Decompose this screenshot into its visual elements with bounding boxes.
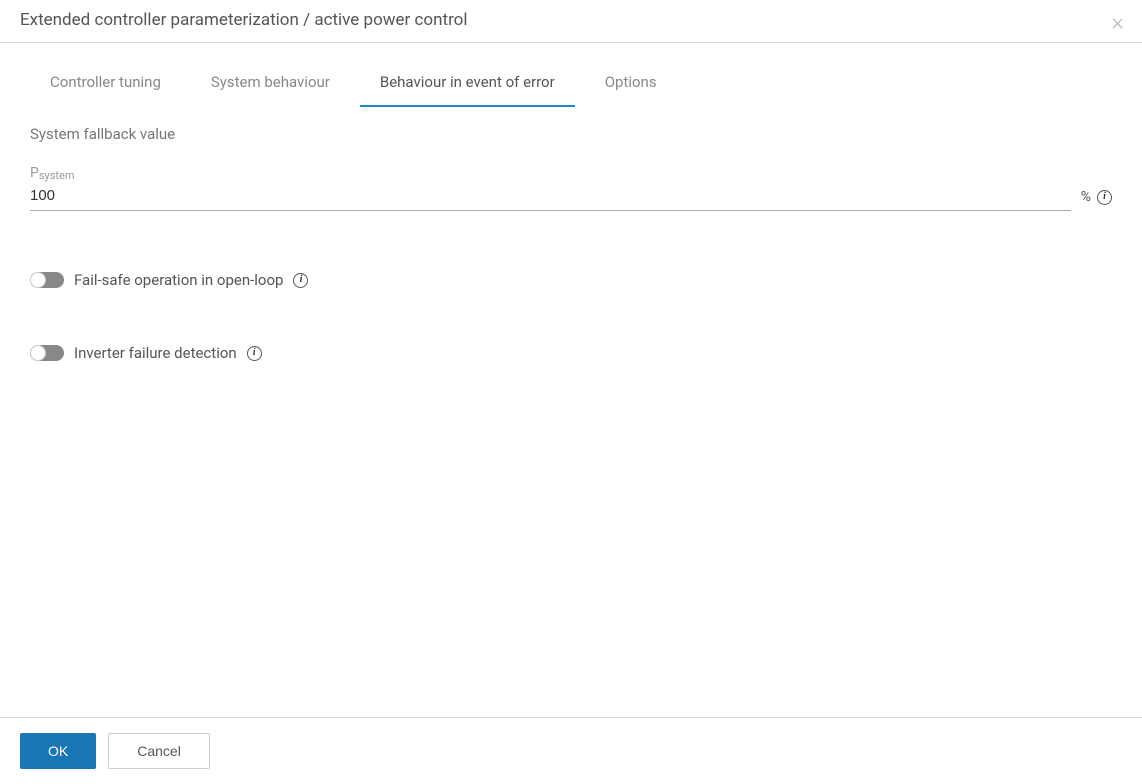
tab-options[interactable]: Options — [585, 61, 677, 107]
psystem-label-main: P — [30, 165, 39, 181]
fail-safe-row: Fail-safe operation in open-loop i — [30, 271, 1112, 289]
psystem-input-row: % i — [30, 183, 1112, 211]
tab-controller-tuning[interactable]: Controller tuning — [30, 61, 181, 107]
psystem-label: Psystem — [30, 165, 1112, 181]
tab-system-behaviour[interactable]: System behaviour — [191, 61, 350, 107]
toggle-thumb — [30, 345, 46, 361]
info-icon[interactable]: i — [247, 346, 262, 361]
cancel-button[interactable]: Cancel — [108, 733, 210, 769]
inverter-failure-row: Inverter failure detection i — [30, 344, 1112, 362]
tab-bar: Controller tuning System behaviour Behav… — [0, 61, 1142, 107]
psystem-field-group: Psystem % i — [30, 165, 1112, 211]
toggle-thumb — [30, 272, 46, 288]
info-icon[interactable]: i — [1097, 190, 1112, 205]
dialog-header: Extended controller parameterization / a… — [0, 0, 1142, 43]
dialog-footer: OK Cancel — [0, 717, 1142, 784]
psystem-unit: % — [1081, 189, 1091, 205]
dialog-title: Extended controller parameterization / a… — [20, 10, 1122, 30]
ok-button[interactable]: OK — [20, 733, 96, 769]
fail-safe-toggle[interactable] — [30, 272, 64, 288]
close-icon[interactable]: × — [1111, 10, 1124, 34]
content-area: System fallback value Psystem % i Fail-s… — [0, 107, 1142, 717]
inverter-failure-toggle[interactable] — [30, 345, 64, 361]
inverter-failure-label: Inverter failure detection — [74, 344, 237, 362]
fail-safe-label: Fail-safe operation in open-loop — [74, 271, 283, 289]
tab-behaviour-error[interactable]: Behaviour in event of error — [360, 61, 575, 107]
info-icon[interactable]: i — [293, 273, 308, 288]
psystem-input[interactable] — [30, 183, 1071, 211]
psystem-label-sub: system — [39, 169, 75, 182]
section-title: System fallback value — [30, 125, 1112, 143]
